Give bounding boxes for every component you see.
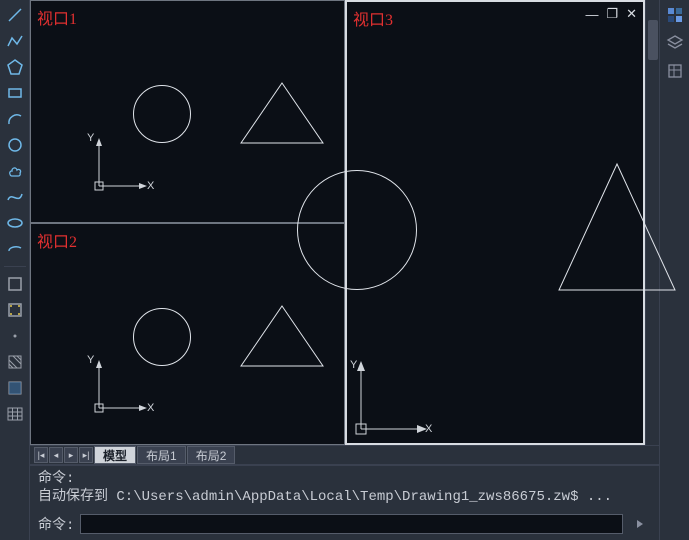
tab-prev-button[interactable]: ◂	[49, 447, 63, 463]
command-history: 命令: 自动保存到 C:\Users\admin\AppData\Local\T…	[30, 466, 659, 510]
gradient-tool[interactable]	[4, 377, 26, 399]
viewport-3-label: 视口3	[353, 6, 393, 30]
command-input[interactable]	[80, 514, 623, 534]
viewport-2-label: 视口2	[37, 228, 77, 252]
polyline-tool[interactable]	[4, 30, 26, 52]
ucs-icon	[91, 134, 151, 194]
window-controls: — ❐ ✕	[585, 6, 637, 22]
tab-last-button[interactable]: ▸|	[79, 447, 93, 463]
command-panel: 命令: 自动保存到 C:\Users\admin\AppData\Local\T…	[30, 465, 659, 540]
properties-icon[interactable]	[664, 60, 686, 82]
block-tool[interactable]	[4, 273, 26, 295]
triangle-shape	[557, 162, 677, 292]
viewports-area: 视口1 Y X 视口2	[30, 0, 659, 445]
line-tool[interactable]	[4, 4, 26, 26]
command-history-line: 命令:	[38, 470, 651, 488]
ellipse-arc-tool[interactable]	[4, 238, 26, 260]
tab-layout1[interactable]: 布局1	[137, 446, 186, 464]
ucs-icon	[91, 356, 151, 416]
ucs-x-label: X	[425, 423, 432, 435]
point-tool[interactable]	[4, 325, 26, 347]
ucs-icon	[351, 357, 431, 437]
viewport-1[interactable]: 视口1 Y X	[30, 0, 345, 223]
hatch-tool[interactable]	[4, 351, 26, 373]
viewport-3[interactable]: 视口3 — ❐ ✕ Y X	[345, 0, 645, 445]
block-edit-tool[interactable]	[4, 299, 26, 321]
triangle-shape	[239, 304, 325, 368]
toolbar-separator	[4, 266, 26, 267]
rectangle-tool[interactable]	[4, 82, 26, 104]
main-area: 视口1 Y X 视口2	[30, 0, 659, 540]
minimize-button[interactable]: —	[585, 7, 598, 22]
tab-next-button[interactable]: ▸	[64, 447, 78, 463]
layers-icon[interactable]	[664, 32, 686, 54]
ucs-x-label: X	[147, 180, 154, 192]
command-resize-handle[interactable]	[629, 517, 651, 531]
command-prompt: 命令:	[38, 514, 74, 534]
ucs-y-label: Y	[350, 359, 357, 371]
close-button[interactable]: ✕	[626, 6, 637, 22]
revcloud-tool[interactable]	[4, 160, 26, 182]
tab-first-button[interactable]: |◂	[34, 447, 48, 463]
table-tool[interactable]	[4, 403, 26, 425]
ucs-y-label: Y	[87, 132, 94, 144]
triangle-shape	[239, 81, 325, 145]
draw-toolbar	[0, 0, 30, 540]
spline-tool[interactable]	[4, 186, 26, 208]
circle-tool[interactable]	[4, 134, 26, 156]
arc-tool[interactable]	[4, 108, 26, 130]
ucs-y-label: Y	[87, 354, 94, 366]
tab-nav: |◂ ◂ ▸ ▸|	[34, 447, 94, 463]
tab-layout2[interactable]: 布局2	[187, 446, 236, 464]
ellipse-tool[interactable]	[4, 212, 26, 234]
circle-shape	[297, 170, 417, 290]
viewport-2[interactable]: 视口2 Y X	[30, 223, 345, 446]
scrollbar-thumb[interactable]	[648, 20, 658, 60]
palette-icon[interactable]	[664, 4, 686, 26]
viewport-1-label: 视口1	[37, 5, 77, 29]
layout-tabs-bar: |◂ ◂ ▸ ▸| 模型 布局1 布局2	[30, 445, 659, 465]
restore-button[interactable]: ❐	[606, 6, 618, 22]
polygon-tool[interactable]	[4, 56, 26, 78]
command-history-line: 自动保存到 C:\Users\admin\AppData\Local\Temp\…	[38, 488, 651, 506]
ucs-x-label: X	[147, 402, 154, 414]
tab-model[interactable]: 模型	[94, 446, 136, 464]
